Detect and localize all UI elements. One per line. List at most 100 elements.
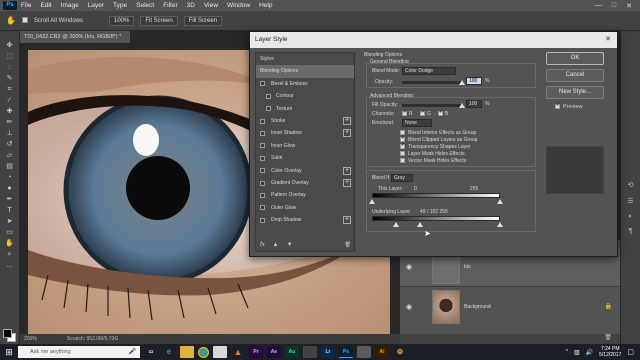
this-layer-black-handle[interactable] [369,199,375,204]
underlying-white-handle[interactable] [497,222,503,227]
underlying-black-handle-right[interactable] [417,222,423,227]
taskbar-search-box[interactable]: Ask me anything 🎤 [18,346,140,358]
channel-g-checkbox[interactable] [420,109,425,116]
lasso-tool-icon[interactable]: ◌ [3,63,17,72]
menu-layer[interactable]: Layer [88,2,104,9]
add-effect-plus-icon[interactable]: + [343,129,351,138]
cancel-button[interactable]: Cancel [546,69,604,82]
menu-help[interactable]: Help [259,2,272,9]
styles-header[interactable]: Styles [256,53,354,65]
add-effect-plus-icon[interactable]: + [343,117,351,125]
taskbar-app-media[interactable]: ⊚ [393,346,407,358]
style-checkbox[interactable] [266,106,271,112]
path-selection-tool-icon[interactable]: ➤ [3,217,17,226]
windows-start-icon[interactable]: ⊞ [0,347,18,358]
taskbar-app-premiere[interactable]: Pr [249,346,263,358]
menu-edit[interactable]: Edit [40,2,51,9]
preview-checkbox[interactable] [555,102,560,109]
style-checkbox[interactable] [260,168,265,174]
style-drop-shadow[interactable]: Drop Shadow + [256,214,354,226]
style-checkbox[interactable] [266,93,271,99]
menu-view[interactable]: View [204,2,218,9]
close-icon[interactable]: ✕ [605,32,611,48]
move-tool-icon[interactable]: ✥ [3,41,17,50]
taskbar-app-audition[interactable]: Au [285,346,299,358]
style-checkbox[interactable] [260,205,265,211]
transparency-shapes-checkbox[interactable] [400,142,405,149]
clock[interactable]: 7:24 PM 5/12/2017 [599,346,621,358]
taskbar-app-illustrator[interactable]: Ai [375,346,389,358]
taskbar-app-generic[interactable] [213,346,227,358]
style-contour[interactable]: Contour [256,90,354,102]
zoom-readout[interactable]: 200% [24,334,37,344]
ok-button[interactable]: OK [546,52,604,65]
quick-select-tool-icon[interactable]: ✎ [3,74,17,83]
layer-mask-hides-checkbox[interactable] [400,151,405,156]
notifications-icon[interactable]: ▢ [627,348,634,356]
trash-icon[interactable]: 🗑 [345,242,351,248]
vector-mask-hides-checkbox[interactable] [400,158,405,163]
paragraph-panel-icon[interactable]: ¶ [629,228,633,235]
style-texture[interactable]: Texture [256,103,354,115]
menu-filter[interactable]: Filter [163,2,177,9]
menu-file[interactable]: File [21,2,31,9]
move-down-icon[interactable]: ▼ [287,242,293,248]
menu-3d[interactable]: 3D [187,2,195,9]
layer-name[interactable]: Background [464,304,491,310]
style-color-overlay[interactable]: Color Overlay + [256,165,354,177]
add-effect-plus-icon[interactable]: + [343,166,351,175]
taskbar-app-lightroom[interactable]: Lr [321,346,335,358]
volume-icon[interactable]: 🔊 [586,349,593,356]
eraser-tool-icon[interactable]: ▱ [3,151,17,160]
tray-arrow-icon[interactable]: ^ [566,349,568,355]
fill-screen-button[interactable]: Fill Screen [183,15,223,26]
layer-name[interactable]: Iris [464,264,471,270]
knockout-select[interactable]: None [402,119,432,127]
history-panel-icon[interactable]: ⟲ [628,181,634,189]
scroll-all-windows-checkbox[interactable] [21,17,28,24]
style-inner-glow[interactable]: Inner Glow [256,140,354,152]
opacity-slider[interactable] [402,81,462,84]
blend-if-select[interactable]: Gray [391,174,413,182]
style-checkbox[interactable] [260,118,265,124]
underlying-black-handle-left[interactable] [393,222,399,227]
network-icon[interactable]: ▥ [574,349,580,356]
taskbar-app-edge[interactable]: e [162,346,176,358]
taskbar-app-photoshop[interactable]: Ps [339,346,353,358]
rectangle-tool-icon[interactable]: ▭ [3,228,17,237]
channel-r-checkbox[interactable] [402,109,407,116]
style-outer-glow[interactable]: Outer Glow [256,202,354,214]
type-tool-icon[interactable]: T [3,206,17,215]
taskbar-app-chrome[interactable] [198,346,209,358]
brush-tool-icon[interactable]: ✏ [3,118,17,127]
blur-tool-icon[interactable]: ◔ [3,173,17,182]
blend-mode-select[interactable]: Color Dodge [402,67,456,75]
properties-panel-icon[interactable]: ☰ [627,197,633,205]
style-bevel-emboss[interactable]: Bevel & Emboss [256,78,354,90]
style-checkbox[interactable] [260,192,265,198]
zoom-100-button[interactable]: 100% [108,15,135,26]
fit-screen-button[interactable]: Fit Screen [140,15,178,26]
foreground-color-swatch[interactable] [3,329,12,338]
hand-tool-icon[interactable]: ✋ [3,239,17,248]
healing-brush-tool-icon[interactable]: ✚ [3,107,17,116]
visibility-eye-icon[interactable]: ◉ [400,303,418,311]
pen-tool-icon[interactable]: ✒ [3,195,17,204]
visibility-eye-icon[interactable]: ◉ [400,263,418,271]
maximize-button[interactable]: □ [612,2,616,10]
style-checkbox[interactable] [260,180,265,186]
style-satin[interactable]: Satin [256,152,354,164]
taskbar-app-generic-2[interactable] [303,346,317,358]
minimize-button[interactable]: — [595,2,602,10]
layer-row-background[interactable]: ◉ Background 🔒 [400,286,620,326]
style-blending-options[interactable]: Blending Options [256,65,354,78]
taskbar-app-generic-3[interactable] [357,346,371,358]
menu-image[interactable]: Image [61,2,79,9]
delete-layer-icon[interactable]: 🗑 [604,335,612,341]
eyedropper-tool-icon[interactable]: ⁄ [3,96,17,105]
taskbar-app-file-explorer[interactable] [180,346,194,358]
taskbar-app-after-effects[interactable]: Ae [267,346,281,358]
style-checkbox[interactable] [260,143,265,149]
gradient-tool-icon[interactable]: ▤ [3,162,17,171]
close-window-button[interactable]: ✕ [626,2,632,10]
